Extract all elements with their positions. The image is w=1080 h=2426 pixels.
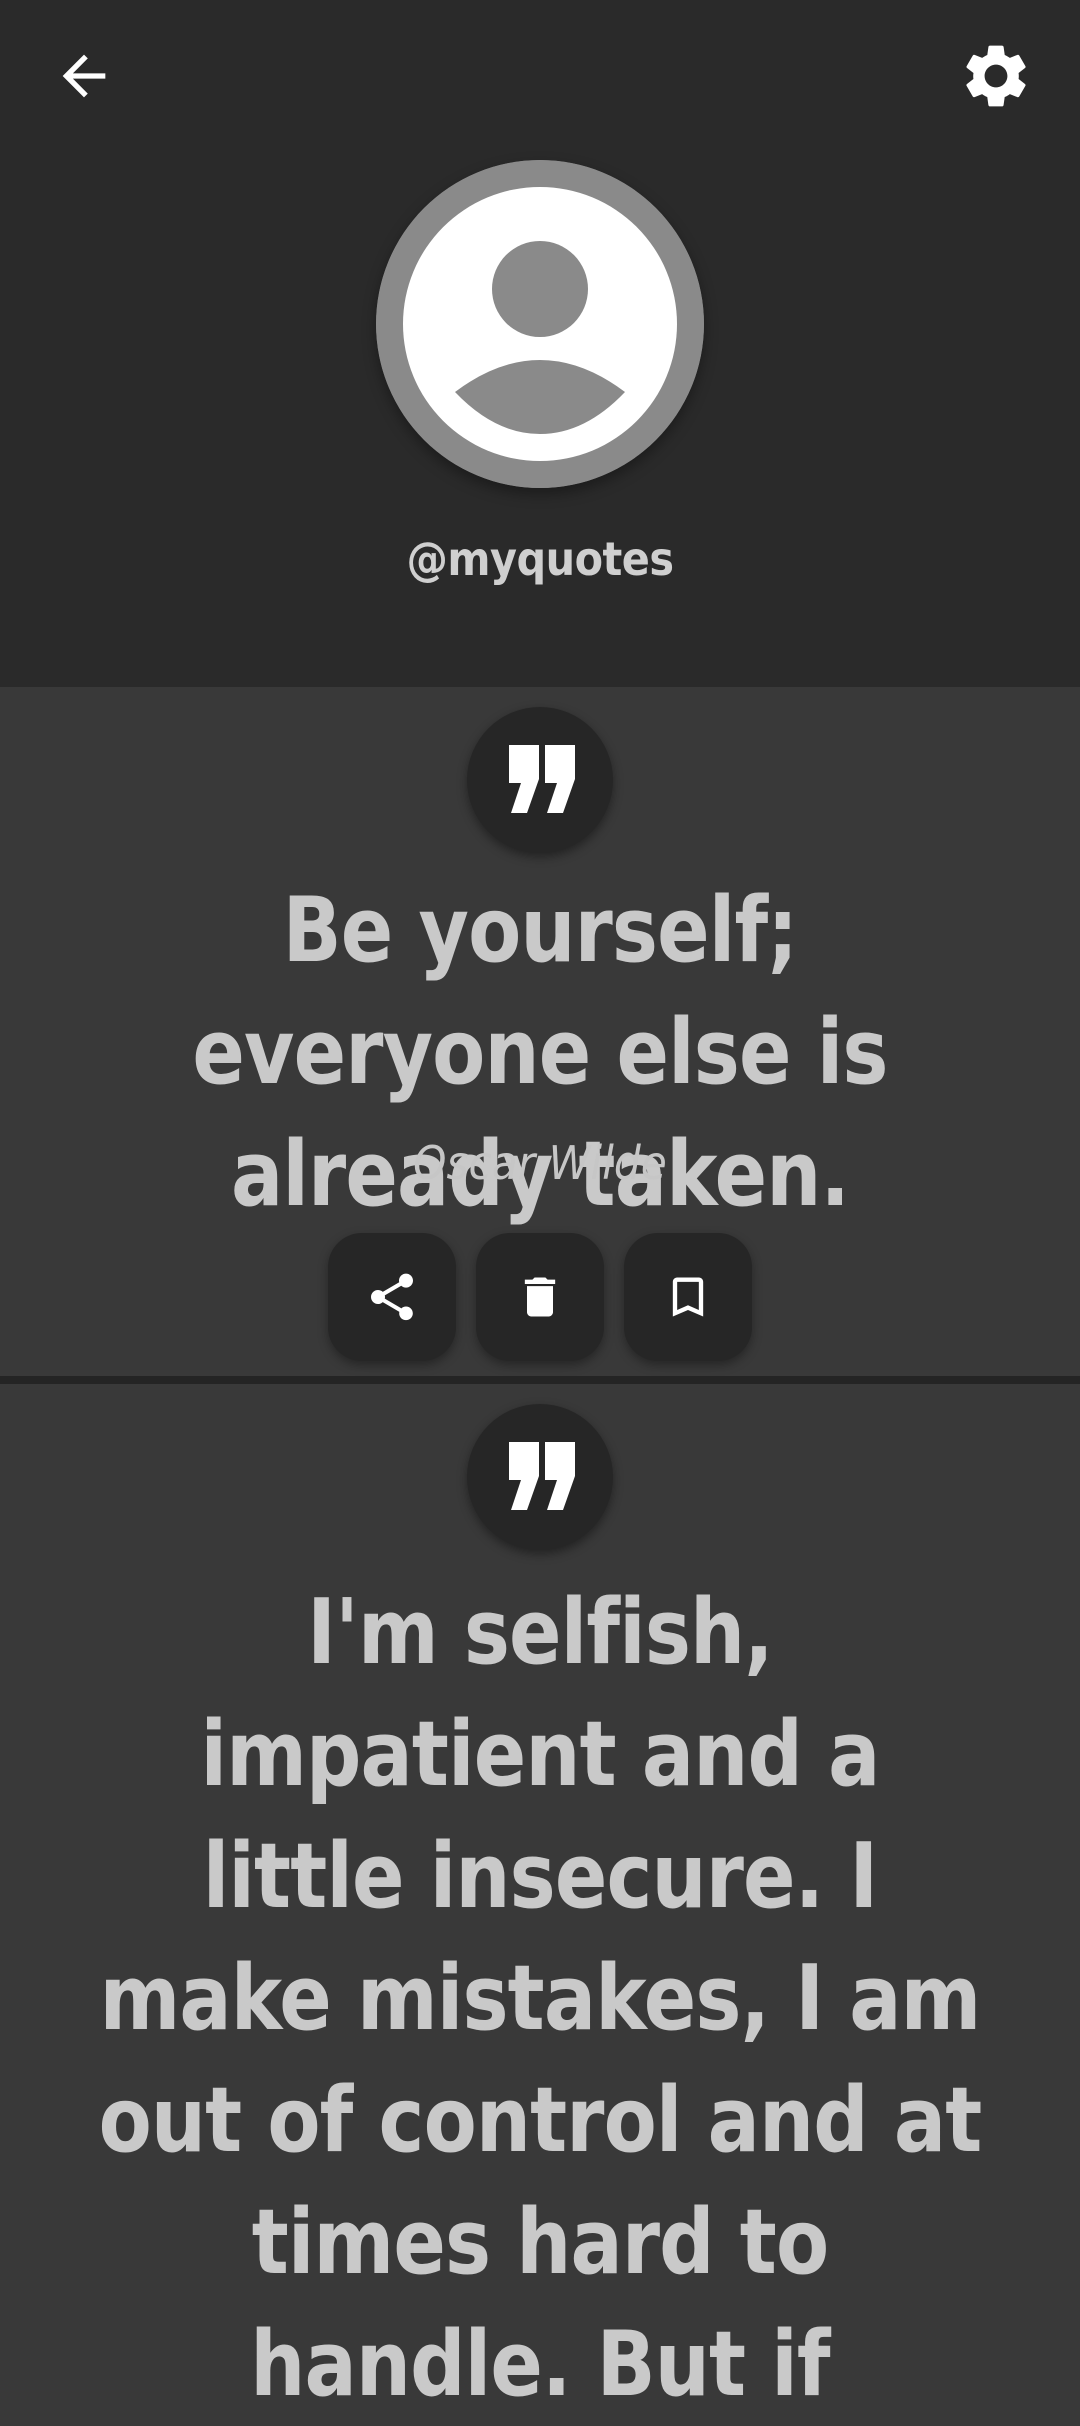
quote-actions: [328, 1233, 752, 1361]
format-quote-icon: [509, 1442, 575, 1510]
bookmark-icon: [672, 1277, 704, 1317]
username: @myquotes: [406, 532, 674, 586]
quote-badge: [467, 1404, 613, 1550]
trash-icon: [524, 1277, 556, 1317]
profile-header: @myquotes: [0, 0, 1080, 687]
delete-button[interactable]: [476, 1233, 604, 1361]
share-button[interactable]: [328, 1233, 456, 1361]
quote-card: Be yourself; everyone else is already ta…: [0, 687, 1080, 1376]
share-icon: [371, 1273, 413, 1321]
bookmark-button[interactable]: [624, 1233, 752, 1361]
quote-text: I'm selfish, impatient and a little inse…: [98, 1580, 983, 2417]
settings-button[interactable]: [956, 36, 1036, 116]
back-button[interactable]: [48, 40, 120, 112]
quote-badge: [467, 707, 613, 853]
gear-icon: [966, 45, 1026, 107]
card-divider: [0, 1376, 1080, 1384]
format-quote-icon: [509, 745, 575, 813]
quote-card: I'm selfish, impatient and a little inse…: [0, 1384, 1080, 2417]
account-circle-icon: [376, 160, 704, 488]
arrow-back-icon: [62, 54, 106, 98]
quote-author: Oscar Wilde: [413, 1136, 667, 1190]
avatar[interactable]: [376, 160, 704, 488]
